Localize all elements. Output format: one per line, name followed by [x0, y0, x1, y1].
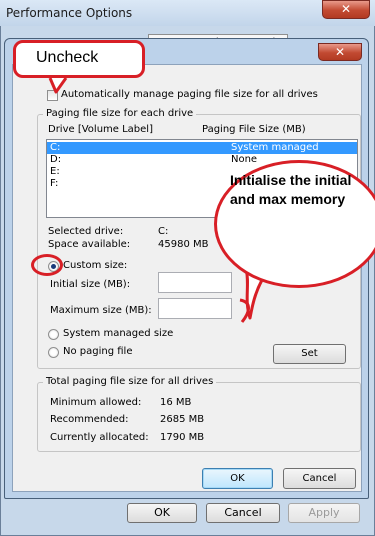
column-header-size: Paging File Size (MB): [202, 124, 306, 135]
selected-drive-label: Selected drive:: [48, 226, 124, 237]
initialise-callout-text: Initialise the initial and max memory: [230, 172, 352, 207]
drive-letter: F:: [50, 178, 59, 189]
currently-allocated-label: Currently allocated:: [50, 432, 149, 443]
system-managed-radio[interactable]: [48, 329, 59, 340]
performance-options-titlebar[interactable]: Performance Options: [0, 0, 375, 26]
auto-manage-checkbox[interactable]: [47, 90, 58, 101]
drive-row-c[interactable]: C: System managed: [47, 142, 357, 154]
maximum-size-input[interactable]: [158, 298, 232, 319]
custom-size-label[interactable]: Custom size:: [63, 260, 127, 271]
ok-button[interactable]: OK: [202, 468, 273, 489]
space-available-label: Space available:: [48, 239, 131, 250]
system-managed-label[interactable]: System managed size: [63, 328, 173, 339]
no-paging-file-label[interactable]: No paging file: [63, 346, 132, 357]
minimum-allowed-label: Minimum allowed:: [50, 397, 142, 408]
drive-size: None: [231, 154, 258, 165]
initial-size-input[interactable]: [158, 272, 232, 293]
drive-letter: E:: [50, 166, 60, 177]
back-apply-button[interactable]: Apply: [288, 503, 360, 523]
column-header-drive: Drive [Volume Label]: [48, 124, 153, 135]
minimum-allowed-value: 16 MB: [160, 397, 192, 408]
total-paging-group-label: Total paging file size for all drives: [43, 376, 217, 387]
custom-size-highlight-circle: [31, 254, 63, 276]
close-icon[interactable]: ✕: [318, 43, 362, 61]
drives-group-label: Paging file size for each drive: [43, 108, 197, 119]
close-icon[interactable]: ✕: [322, 0, 370, 19]
recommended-label: Recommended:: [50, 414, 129, 425]
window-title: Performance Options: [6, 6, 133, 20]
cancel-button[interactable]: Cancel: [283, 468, 356, 489]
space-available-value: 45980 MB: [158, 239, 209, 250]
back-ok-button[interactable]: OK: [127, 503, 197, 523]
drive-letter: D:: [50, 154, 62, 165]
set-button[interactable]: Set: [273, 344, 346, 364]
auto-manage-label[interactable]: Automatically manage paging file size fo…: [61, 89, 318, 100]
drive-letter: C:: [50, 142, 61, 153]
selected-drive-value: C:: [158, 226, 169, 237]
initial-size-label: Initial size (MB):: [50, 279, 131, 290]
back-cancel-button[interactable]: Cancel: [206, 503, 280, 523]
drive-size: System managed: [231, 142, 319, 153]
uncheck-callout-text: Uncheck: [36, 49, 99, 66]
no-paging-file-radio[interactable]: [48, 347, 59, 358]
currently-allocated-value: 1790 MB: [160, 432, 205, 443]
maximum-size-label: Maximum size (MB):: [50, 305, 152, 316]
recommended-value: 2685 MB: [160, 414, 205, 425]
